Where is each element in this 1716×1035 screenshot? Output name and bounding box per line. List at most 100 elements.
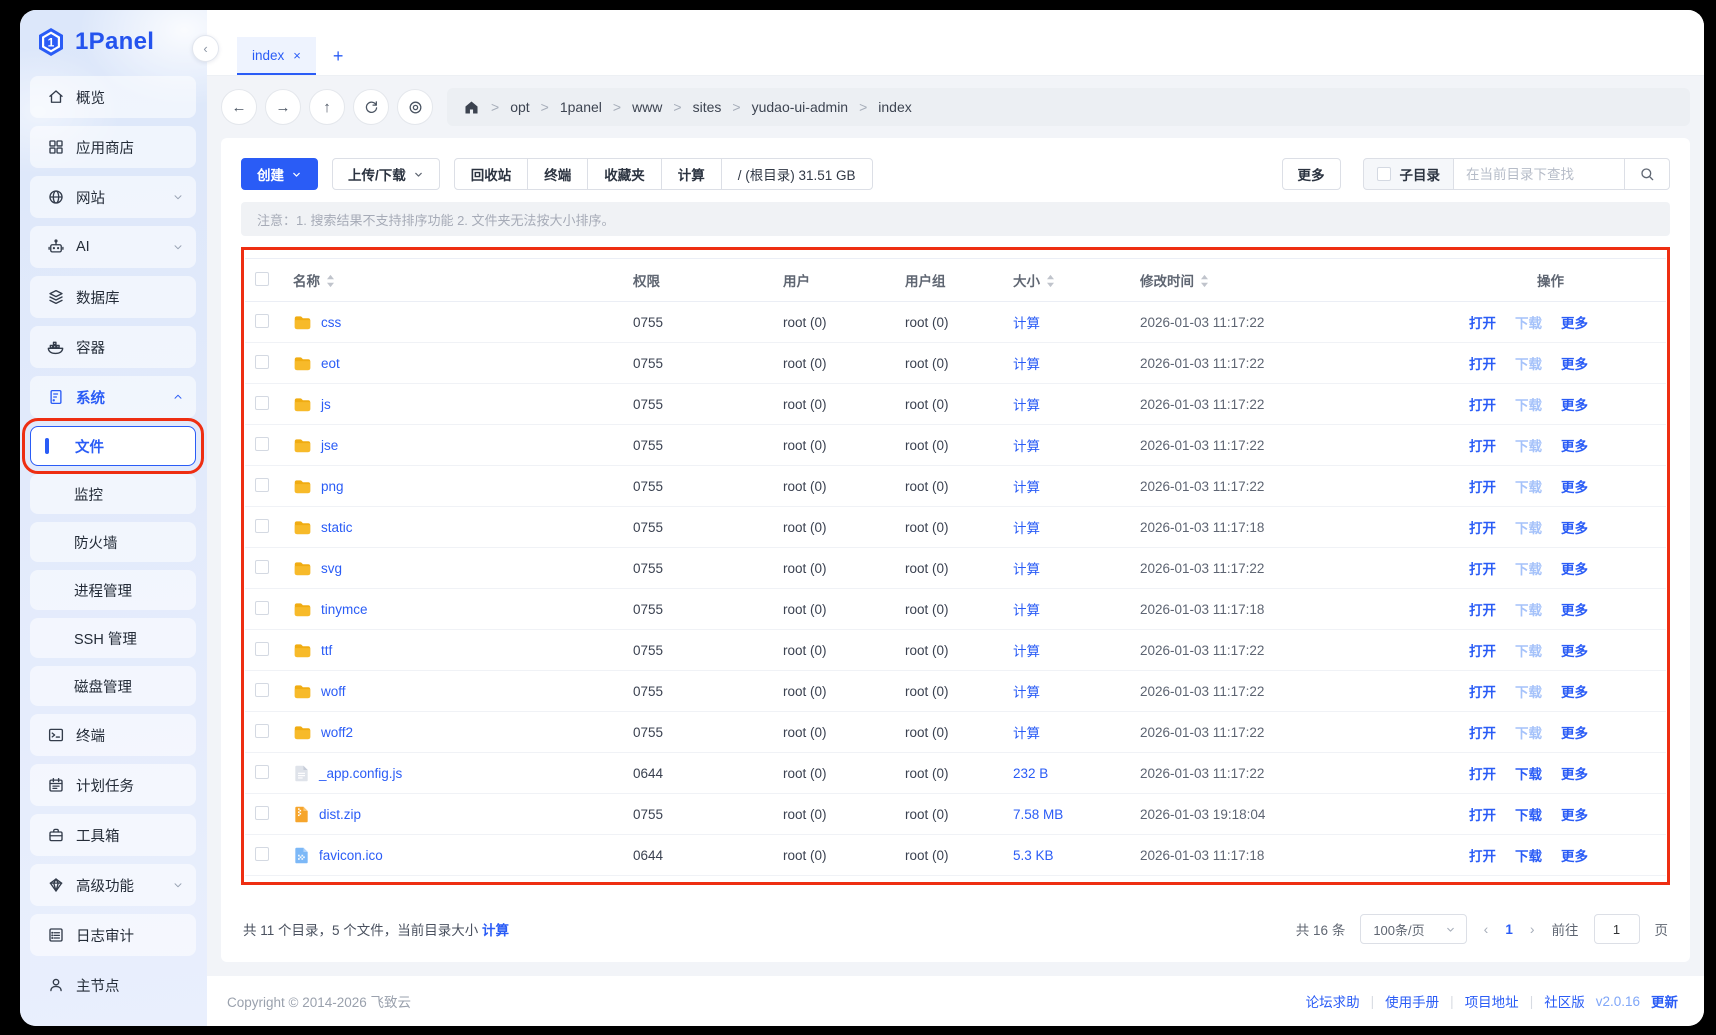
more-link[interactable]: 更多 bbox=[1561, 353, 1588, 373]
more-link[interactable]: 更多 bbox=[1561, 476, 1588, 496]
breadcrumb-segment[interactable]: www bbox=[632, 99, 662, 115]
open-link[interactable]: 打开 bbox=[1469, 804, 1496, 824]
file-name-link[interactable]: favicon.ico bbox=[319, 848, 383, 863]
breadcrumb-segment[interactable]: yudao-ui-admin bbox=[752, 99, 849, 115]
download-link[interactable]: 下载 bbox=[1515, 640, 1542, 660]
select-all-checkbox[interactable] bbox=[255, 272, 269, 286]
home-icon[interactable] bbox=[463, 99, 480, 116]
file-name-link[interactable]: woff bbox=[321, 684, 346, 699]
upload-download-button[interactable]: 上传/下载 bbox=[332, 158, 440, 190]
sidebar-collapse-button[interactable]: ‹ bbox=[192, 35, 219, 62]
more-link[interactable]: 更多 bbox=[1561, 763, 1588, 783]
goto-page-input[interactable] bbox=[1594, 914, 1640, 944]
file-name-link[interactable]: ttf bbox=[321, 643, 332, 658]
sidebar-item-ai[interactable]: AI bbox=[30, 226, 196, 268]
row-checkbox[interactable] bbox=[255, 396, 269, 410]
toolbar-seg-button[interactable]: / (根目录) 31.51 GB bbox=[721, 158, 873, 190]
sidebar-item-website[interactable]: 网站 bbox=[30, 176, 196, 218]
back-button[interactable]: ← bbox=[221, 89, 257, 125]
download-link[interactable]: 下载 bbox=[1515, 804, 1542, 824]
size-link[interactable]: 计算 bbox=[1013, 726, 1040, 741]
size-link[interactable]: 计算 bbox=[1013, 439, 1040, 454]
tab-add-button[interactable]: + bbox=[316, 37, 361, 75]
header-mtime[interactable]: 修改时间 bbox=[1136, 270, 1461, 290]
logo[interactable]: 1 1Panel bbox=[20, 10, 207, 74]
row-checkbox[interactable] bbox=[255, 478, 269, 492]
file-name-link[interactable]: woff2 bbox=[321, 725, 353, 740]
sidebar-item-firewall[interactable]: 防火墙 bbox=[30, 522, 196, 562]
open-link[interactable]: 打开 bbox=[1469, 558, 1496, 578]
download-link[interactable]: 下载 bbox=[1515, 558, 1542, 578]
file-name-link[interactable]: js bbox=[321, 397, 331, 412]
sidebar-item-database[interactable]: 数据库 bbox=[30, 276, 196, 318]
row-checkbox[interactable] bbox=[255, 765, 269, 779]
file-name-link[interactable]: tinymce bbox=[321, 602, 368, 617]
download-link[interactable]: 下载 bbox=[1515, 476, 1542, 496]
file-name-link[interactable]: jse bbox=[321, 438, 338, 453]
download-link[interactable]: 下载 bbox=[1515, 312, 1542, 332]
row-checkbox[interactable] bbox=[255, 847, 269, 861]
toolbar-seg-button[interactable]: 回收站 bbox=[454, 158, 529, 190]
breadcrumb-segment[interactable]: opt bbox=[510, 99, 529, 115]
size-link[interactable]: 计算 bbox=[1013, 480, 1040, 495]
open-link[interactable]: 打开 bbox=[1469, 763, 1496, 783]
size-link[interactable]: 计算 bbox=[1013, 398, 1040, 413]
more-link[interactable]: 更多 bbox=[1561, 681, 1588, 701]
more-link[interactable]: 更多 bbox=[1561, 640, 1588, 660]
sidebar-item-files[interactable]: 文件 bbox=[30, 426, 196, 466]
open-link[interactable]: 打开 bbox=[1469, 722, 1496, 742]
row-checkbox[interactable] bbox=[255, 314, 269, 328]
sidebar-item-disk[interactable]: 磁盘管理 bbox=[30, 666, 196, 706]
header-name[interactable]: 名称 bbox=[289, 270, 629, 290]
download-link[interactable]: 下载 bbox=[1515, 394, 1542, 414]
search-button[interactable] bbox=[1624, 158, 1670, 190]
download-link[interactable]: 下载 bbox=[1515, 681, 1542, 701]
toolbar-seg-button[interactable]: 终端 bbox=[527, 158, 588, 190]
sidebar-item-advanced[interactable]: 高级功能 bbox=[30, 864, 196, 906]
file-name-link[interactable]: eot bbox=[321, 356, 340, 371]
more-link[interactable]: 更多 bbox=[1561, 722, 1588, 742]
more-link[interactable]: 更多 bbox=[1561, 517, 1588, 537]
row-checkbox[interactable] bbox=[255, 519, 269, 533]
open-link[interactable]: 打开 bbox=[1469, 312, 1496, 332]
subdir-toggle[interactable]: 子目录 bbox=[1363, 158, 1455, 190]
open-link[interactable]: 打开 bbox=[1469, 435, 1496, 455]
current-page[interactable]: 1 bbox=[1505, 922, 1513, 937]
open-link[interactable]: 打开 bbox=[1469, 517, 1496, 537]
breadcrumb-segment[interactable]: sites bbox=[693, 99, 722, 115]
row-checkbox[interactable] bbox=[255, 683, 269, 697]
size-link[interactable]: 计算 bbox=[1013, 562, 1040, 577]
toolbar-seg-button[interactable]: 收藏夹 bbox=[587, 158, 662, 190]
sidebar-item-monitor[interactable]: 监控 bbox=[30, 474, 196, 514]
more-link[interactable]: 更多 bbox=[1561, 312, 1588, 332]
row-checkbox[interactable] bbox=[255, 724, 269, 738]
file-name-link[interactable]: dist.zip bbox=[319, 807, 361, 822]
tab-close-icon[interactable]: × bbox=[293, 48, 301, 63]
row-checkbox[interactable] bbox=[255, 560, 269, 574]
open-link[interactable]: 打开 bbox=[1469, 394, 1496, 414]
download-link[interactable]: 下载 bbox=[1515, 763, 1542, 783]
breadcrumb-segment[interactable]: index bbox=[878, 99, 911, 115]
sidebar-item-overview[interactable]: 概览 bbox=[30, 76, 196, 118]
file-name-link[interactable]: css bbox=[321, 315, 341, 330]
sort-icon[interactable] bbox=[1045, 274, 1056, 288]
row-checkbox[interactable] bbox=[255, 642, 269, 656]
update-link[interactable]: 更新 bbox=[1651, 991, 1678, 1011]
more-button[interactable]: 更多 bbox=[1282, 158, 1341, 190]
more-link[interactable]: 更多 bbox=[1561, 435, 1588, 455]
size-link[interactable]: 计算 bbox=[1013, 603, 1040, 618]
file-name-link[interactable]: _app.config.js bbox=[319, 766, 402, 781]
compute-size-link[interactable]: 计算 bbox=[482, 923, 509, 938]
up-button[interactable]: ↑ bbox=[309, 89, 345, 125]
sidebar-item-container[interactable]: 容器 bbox=[30, 326, 196, 368]
download-link[interactable]: 下载 bbox=[1515, 845, 1542, 865]
open-link[interactable]: 打开 bbox=[1469, 599, 1496, 619]
sort-icon[interactable] bbox=[325, 274, 336, 288]
edition-link[interactable]: 社区版 bbox=[1544, 991, 1585, 1011]
size-link[interactable]: 计算 bbox=[1013, 357, 1040, 372]
sidebar-item-terminal[interactable]: 终端 bbox=[30, 714, 196, 756]
open-link[interactable]: 打开 bbox=[1469, 681, 1496, 701]
sort-icon[interactable] bbox=[1199, 274, 1210, 288]
download-link[interactable]: 下载 bbox=[1515, 722, 1542, 742]
size-link[interactable]: 7.58 MB bbox=[1013, 807, 1063, 822]
